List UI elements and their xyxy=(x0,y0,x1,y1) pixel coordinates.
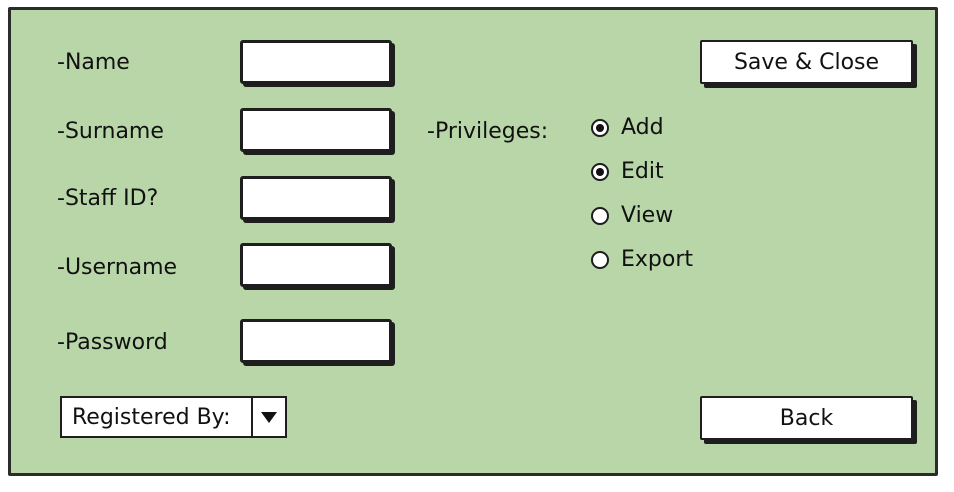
user-form-panel: -Name -Surname -Staff ID? -Username -Pas… xyxy=(8,7,938,476)
registered-by-dropdown[interactable]: Registered By: xyxy=(60,396,287,438)
privilege-option-label: View xyxy=(621,203,674,228)
radio-edit[interactable] xyxy=(591,162,609,181)
username-label: -Username xyxy=(57,255,178,280)
staff-id-label: -Staff ID? xyxy=(57,186,159,211)
back-button[interactable]: Back xyxy=(700,396,913,440)
privileges-label: -Privileges: xyxy=(427,119,549,144)
dropdown-toggle[interactable] xyxy=(251,398,285,436)
name-field[interactable] xyxy=(240,40,392,84)
radio-view[interactable] xyxy=(591,206,609,225)
password-label: -Password xyxy=(57,330,168,355)
radio-export[interactable] xyxy=(591,250,609,269)
privilege-option-edit[interactable]: Edit xyxy=(591,159,664,184)
radio-add[interactable] xyxy=(591,118,609,137)
privilege-option-view[interactable]: View xyxy=(591,203,673,228)
registered-by-value: Registered By: xyxy=(72,404,231,430)
save-close-button[interactable]: Save & Close xyxy=(700,40,913,84)
privilege-option-label: Add xyxy=(621,115,664,140)
privilege-option-label: Edit xyxy=(621,159,664,184)
chevron-down-icon xyxy=(261,411,277,423)
privilege-option-export[interactable]: Export xyxy=(591,247,693,272)
password-field[interactable] xyxy=(240,319,392,363)
staff-id-field[interactable] xyxy=(240,176,392,220)
name-label: -Name xyxy=(57,50,130,75)
surname-field[interactable] xyxy=(240,108,392,152)
privilege-option-add[interactable]: Add xyxy=(591,115,664,140)
username-field[interactable] xyxy=(240,243,392,287)
privilege-option-label: Export xyxy=(621,247,694,272)
surname-label: -Surname xyxy=(57,119,164,144)
